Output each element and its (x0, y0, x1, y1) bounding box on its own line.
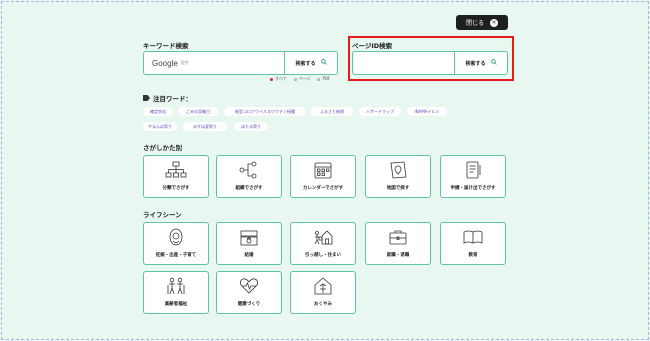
card-by-map[interactable]: 地図で探す (365, 155, 431, 198)
document-icon (466, 161, 481, 179)
google-sub-label: 提供 (180, 60, 189, 65)
card-label: カレンダーでさがす (302, 186, 344, 191)
page-id-search-title: ページID検索 (352, 42, 393, 50)
search-scope-radios: すべて ページ PDF (270, 76, 330, 82)
card-label: 申請・届け出でさがす (450, 186, 496, 191)
card-employment[interactable]: 就職・退職 (365, 222, 431, 265)
card-label: 健康づくり (237, 302, 261, 307)
tag-kakutei[interactable]: 確定申告 (143, 107, 173, 116)
keyword-search-button[interactable]: 検索する (284, 52, 337, 74)
ring-box-icon (240, 230, 258, 246)
featured-words-title: 注目ワード： (143, 93, 192, 103)
page-id-search-box: 検索する (352, 51, 508, 75)
elderly-icon (167, 277, 185, 295)
tag-gomi[interactable]: ごみの収集日 (178, 107, 218, 116)
organization-icon (239, 161, 257, 179)
briefcase-icon (389, 230, 407, 245)
card-label: 就職・退職 (386, 253, 410, 258)
life-scenes-title: ライフシーン (143, 211, 182, 219)
search-methods-title: さがしかた別 (143, 144, 182, 152)
house-icon (314, 277, 332, 295)
card-label: 分類でさがす (162, 186, 190, 191)
map-icon (390, 161, 407, 179)
keyword-search-input[interactable]: Google 提供 (144, 52, 284, 74)
card-condolences[interactable]: おくやみ (290, 271, 356, 314)
tag-yamanba[interactable]: やまんば祭り (143, 122, 177, 131)
card-moving[interactable]: 引っ越し・住まい (290, 222, 356, 265)
keyword-search-button-label: 検索する (295, 60, 316, 67)
card-label: 高齢者福祉 (164, 302, 188, 307)
radio-pdf[interactable]: PDF (317, 76, 330, 82)
card-by-application[interactable]: 申請・届け出でさがす (440, 155, 506, 198)
close-label: 閉じる (465, 20, 484, 27)
card-marriage[interactable]: 結婚 (216, 222, 282, 265)
tag-hotaru[interactable]: ほたる祭り (234, 122, 268, 131)
tag-mizuho[interactable]: みずほ夏祭り (183, 122, 227, 131)
search-icon (320, 59, 327, 67)
card-label: 妊娠・出産・子育て (155, 253, 197, 258)
hierarchy-icon (165, 161, 187, 178)
tag-vaccine[interactable]: 新型コロナウイルスワクチン接種 (224, 107, 306, 116)
baby-icon (169, 228, 183, 246)
page-id-search-button[interactable]: 検索する (454, 52, 507, 74)
page-id-search-button-label: 検索する (465, 60, 486, 67)
page-id-input[interactable] (353, 52, 454, 74)
card-label: 結婚 (244, 253, 254, 258)
card-label: おくやみ (314, 302, 332, 307)
card-label: 教育 (468, 253, 478, 258)
card-label: 組織でさがす (235, 186, 263, 191)
calendar-icon (314, 162, 332, 179)
google-label: Google (152, 58, 178, 68)
card-label: 引っ越し・住まい (305, 253, 341, 258)
tag-icon (143, 95, 150, 101)
card-health[interactable]: 健康づくり (216, 271, 282, 314)
book-icon (463, 230, 483, 244)
moving-icon (314, 230, 333, 245)
card-childcare[interactable]: 妊娠・出産・子育て (143, 222, 209, 265)
card-education[interactable]: 教育 (440, 222, 506, 265)
card-by-organization[interactable]: 組織でさがす (216, 155, 282, 198)
keyword-search-box: Google 提供 検索する (143, 51, 338, 75)
health-icon (239, 278, 259, 294)
radio-all[interactable]: すべて (270, 76, 287, 82)
card-by-category[interactable]: 分類でさがす (143, 155, 209, 198)
radio-page[interactable]: ページ (293, 76, 310, 82)
card-by-calendar[interactable]: カレンダーでさがす (290, 155, 356, 198)
keyword-search-title: キーワード検索 (143, 42, 189, 50)
tag-furusato[interactable]: ふるさと納税 (311, 107, 353, 116)
search-icon (490, 59, 497, 67)
card-elderly-welfare[interactable]: 高齢者福祉 (143, 271, 209, 314)
tag-hazard[interactable]: ハザードマップ (359, 107, 401, 116)
close-button[interactable]: 閉じる × (456, 15, 508, 30)
card-label: 地図で探す (386, 186, 410, 191)
close-icon: × (490, 18, 498, 27)
tag-illumi[interactable]: INAMAイルミ (407, 107, 447, 116)
